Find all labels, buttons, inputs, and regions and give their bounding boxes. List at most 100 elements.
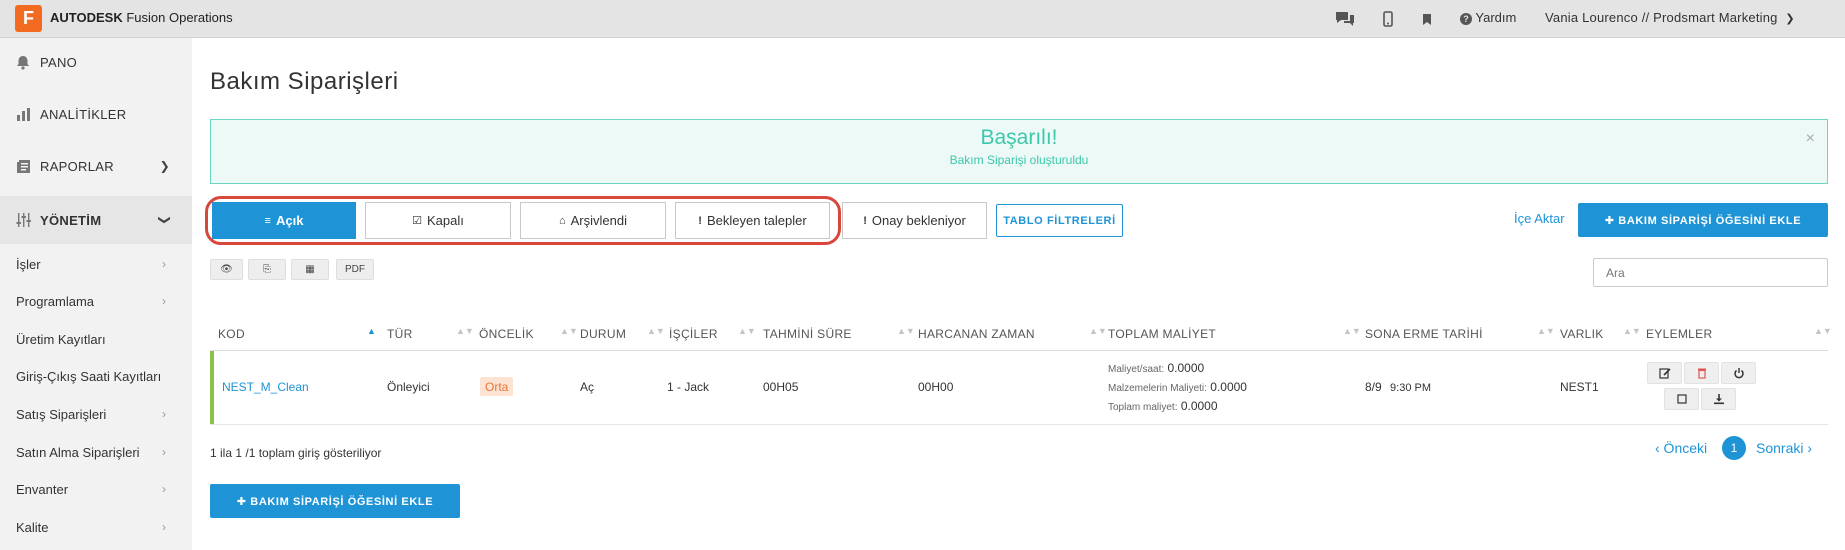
delete-icon[interactable] [1684, 362, 1719, 384]
close-icon[interactable]: × [1806, 130, 1815, 148]
sidebar-item-yonetim[interactable]: YÖNETİM ❯ [0, 196, 192, 244]
cell-workers: 1 - Jack [667, 380, 710, 394]
sidebar-subitem-giris-cikis[interactable]: Giriş-Çıkış Saati Kayıtları [0, 358, 192, 394]
copy-icon[interactable]: ⎘ [248, 259, 286, 280]
square-icon[interactable] [1664, 388, 1699, 410]
chevron-right-icon: › [162, 257, 166, 271]
chevron-right-icon: › [162, 520, 166, 534]
column-header-oncelik[interactable]: ÖNCELİK [479, 327, 534, 341]
sidebar-subitem-programlama[interactable]: Programlama › [0, 283, 192, 319]
column-header-isciler[interactable]: İŞÇİLER [669, 327, 718, 341]
column-header-durum[interactable]: DURUM [580, 327, 626, 341]
sort-icon[interactable]: ▲▼ [456, 326, 474, 336]
bar-chart-icon [16, 105, 36, 123]
sliders-icon [16, 211, 36, 229]
material-cost-value: 0.0000 [1210, 380, 1247, 394]
material-cost-label: Malzemelerin Maliyeti: [1108, 383, 1207, 394]
question-icon: ? [1460, 13, 1472, 25]
tab-bekleyen-talepler[interactable]: ! Bekleyen talepler [675, 202, 830, 239]
due-date: 8/9 [1365, 380, 1382, 394]
column-header-tur[interactable]: TÜR [387, 327, 413, 341]
pdf-export-button[interactable]: PDF [336, 259, 374, 280]
cost-rate: Maliyet/saat: 0.0000 [1108, 361, 1204, 375]
cost-rate-value: 0.0000 [1167, 361, 1205, 375]
sidebar-item-analitikler[interactable]: ANALİTİKLER [0, 90, 192, 138]
sidebar-subitem-kalite[interactable]: Kalite › [0, 509, 192, 545]
sort-icon[interactable]: ▲▼ [1623, 326, 1641, 336]
inbox-icon: ⌂ [558, 214, 566, 227]
sidebar-subitem-isler[interactable]: İşler › [0, 246, 192, 282]
sidebar-subitem-envanter[interactable]: Envanter › [0, 471, 192, 507]
tab-label: Kapalı [427, 213, 464, 228]
pagination-current-page[interactable]: 1 [1722, 436, 1746, 460]
table-filters-button[interactable]: TABLO FİLTRELERİ [996, 204, 1123, 237]
user-menu[interactable]: Vania Lourenco // Prodsmart Marketing ❯ [1545, 10, 1795, 25]
mobile-icon[interactable] [1377, 8, 1399, 30]
bookmark-icon[interactable] [1416, 8, 1438, 30]
cost-rate-label: Maliyet/saat: [1108, 364, 1165, 375]
add-maintenance-order-button[interactable]: ✚ BAKIM SİPARİŞİ ÖĞESİNİ EKLE [1578, 203, 1828, 237]
sidebar-subitem-label: Üretim Kayıtları [16, 331, 106, 347]
sidebar-item-label: RAPORLAR [40, 158, 114, 174]
power-icon[interactable] [1721, 362, 1756, 384]
sort-icon[interactable]: ▲▼ [647, 326, 665, 336]
tab-acik[interactable]: ≡ Açık [212, 202, 356, 239]
chevron-right-icon: › [162, 407, 166, 421]
chevron-down-icon: ❯ [1785, 13, 1795, 25]
cell-status: Aç [580, 380, 595, 394]
sort-icon[interactable]: ▲▼ [1814, 326, 1832, 336]
pagination-next[interactable]: Sonraki › [1756, 440, 1812, 456]
sidebar-item-label: ANALİTİKLER [40, 106, 127, 122]
chat-icon[interactable] [1334, 8, 1356, 30]
chevron-right-icon: › [162, 482, 166, 496]
column-header-toplam-maliyet[interactable]: TOPLAM MALİYET [1108, 327, 1216, 341]
sidebar: PANO ANALİTİKLER RAPORLAR ❯ YÖNETİM ❯ İş… [0, 38, 192, 550]
sort-icon[interactable]: ▲▼ [1343, 326, 1361, 336]
sidebar-subitem-label: İşler [16, 256, 41, 272]
pagination-prev[interactable]: ‹ Önceki [1655, 440, 1707, 456]
order-code-link[interactable]: NEST_M_Clean [222, 380, 309, 394]
sort-icon[interactable]: ▲▼ [1537, 326, 1555, 336]
sidebar-subitem-label: Programlama [16, 293, 95, 309]
material-cost: Malzemelerin Maliyeti: 0.0000 [1108, 380, 1247, 394]
priority-badge: Orta [480, 377, 514, 396]
help-label: Yardım [1475, 10, 1517, 25]
download-icon[interactable] [1701, 388, 1736, 410]
column-header-tahmini-sure[interactable]: TAHMİNİ SÜRE [763, 327, 852, 341]
table-icon[interactable]: ▦ [291, 259, 329, 280]
column-header-varlik[interactable]: VARLIK [1560, 327, 1604, 341]
column-header-eylemler[interactable]: EYLEMLER [1646, 327, 1712, 341]
sidebar-item-pano[interactable]: PANO [0, 38, 192, 86]
sidebar-subitem-label: Satış Siparişleri [16, 406, 107, 422]
sort-icon[interactable]: ▲▼ [1089, 326, 1107, 336]
sort-icon[interactable]: ▲▼ [738, 326, 756, 336]
import-link[interactable]: İçe Aktar [1514, 211, 1565, 226]
sidebar-subitem-label: Satın Alma Siparişleri [16, 444, 140, 460]
tab-onay-bekleniyor[interactable]: ! Onay bekleniyor [842, 202, 987, 239]
help-link[interactable]: ? Yardım [1460, 10, 1516, 25]
sort-icon[interactable]: ▲▼ [560, 326, 578, 336]
search-input[interactable] [1593, 258, 1828, 287]
alert-title: Başarılı! [980, 126, 1058, 149]
sidebar-subitem-label: Kalite [16, 519, 49, 535]
column-header-sona-erme-tarihi[interactable]: SONA ERME TARİHİ [1365, 327, 1483, 341]
list-icon: ≡ [264, 214, 271, 227]
eye-icon[interactable]: 👁 [210, 259, 243, 280]
top-bar: F AUTODESK Fusion Operations ? Yardım Va… [0, 0, 1845, 38]
tab-kapali[interactable]: ☑ Kapalı [365, 202, 511, 239]
column-header-kod[interactable]: KOD [218, 327, 245, 341]
sidebar-item-label: YÖNETİM [40, 212, 102, 228]
sidebar-subitem-satin-alma[interactable]: Satın Alma Siparişleri › [0, 434, 192, 470]
column-header-harcanan-zaman[interactable]: HARCANAN ZAMAN [918, 327, 1035, 341]
add-maintenance-order-button-bottom[interactable]: ✚ BAKIM SİPARİŞİ ÖĞESİNİ EKLE [210, 484, 460, 518]
app-logo[interactable]: F [15, 5, 42, 32]
tab-arsivlendi[interactable]: ⌂ Arşivlendi [520, 202, 666, 239]
tab-label: Açık [275, 213, 304, 228]
sidebar-subitem-satis[interactable]: Satış Siparişleri › [0, 396, 192, 432]
sort-asc-icon[interactable]: ▲ [367, 326, 376, 336]
chevron-down-icon: ❯ [157, 214, 172, 226]
sidebar-item-raporlar[interactable]: RAPORLAR ❯ [0, 142, 192, 190]
sidebar-subitem-uretim-kayitlari[interactable]: Üretim Kayıtları [0, 321, 192, 357]
sort-icon[interactable]: ▲▼ [897, 326, 915, 336]
edit-icon[interactable] [1647, 362, 1682, 384]
